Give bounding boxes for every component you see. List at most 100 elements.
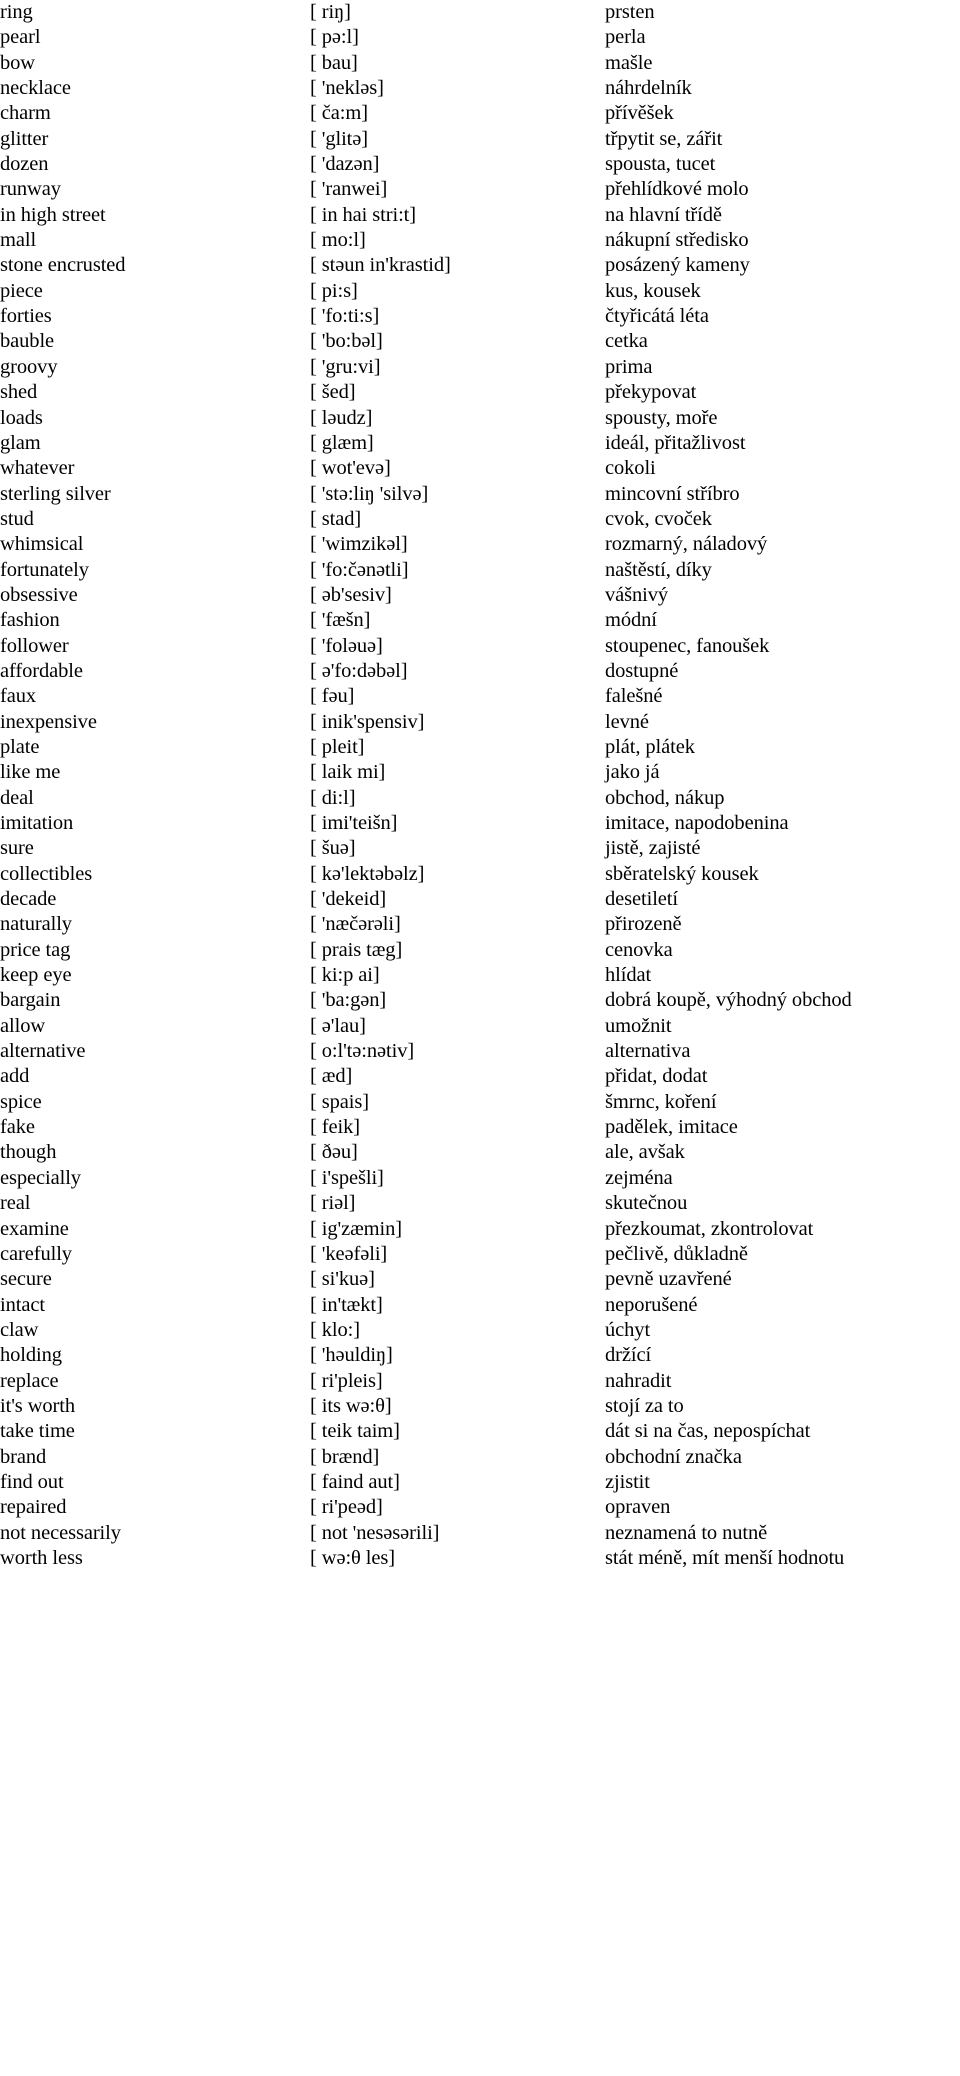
term-cell: especially [0, 1166, 81, 1189]
pronunciation-cell: [ 'həuldiŋ] [310, 1344, 393, 1367]
vocabulary-row: take time [ teik taim] dát si na čas, nepo… [0, 1419, 960, 1444]
vocabulary-row: especially [ i'spešli] zejména [0, 1166, 960, 1191]
term-cell: charm [0, 102, 51, 125]
translation-cell: stoupenec, fanoušek [605, 634, 770, 657]
pronunciation-cell: [ ri'pleis] [310, 1369, 383, 1392]
pronunciation-cell: [ pleit] [310, 735, 365, 758]
translation-cell: zjistit [605, 1470, 650, 1493]
translation-cell: zejména [605, 1166, 673, 1189]
translation-cell: plát, plátek [605, 735, 695, 758]
translation-cell: stojí za to [605, 1394, 684, 1417]
term-cell: inexpensive [0, 710, 97, 733]
term-cell: collectibles [0, 862, 93, 885]
term-cell: fake [0, 1116, 35, 1139]
pronunciation-cell: [ 'fæšn] [310, 609, 371, 632]
translation-cell: hlídat [605, 964, 652, 987]
vocabulary-row: brand [ brænd] obchodní značka [0, 1445, 960, 1470]
pronunciation-cell: [ 'ba:gən] [310, 989, 387, 1012]
pronunciation-cell: [ kə'lektəbəlz] [310, 862, 425, 885]
term-cell: spice [0, 1090, 42, 1113]
term-cell: follower [0, 634, 69, 657]
vocabulary-row: decade [ 'dekeid] desetiletí [0, 887, 960, 912]
vocabulary-row: it's worth [ its wə:θ] stojí za to [0, 1394, 960, 1419]
vocabulary-row: affordable [ ə'fo:dəbəl] dostupné [0, 659, 960, 684]
pronunciation-cell: [ 'keəfəli] [310, 1242, 388, 1265]
term-cell: like me [0, 761, 61, 784]
vocabulary-row: collectibles [ kə'lektəbəlz] sběratelský k… [0, 862, 960, 887]
translation-cell: pevně uzavřené [605, 1268, 732, 1291]
term-cell: not necessarily [0, 1521, 121, 1544]
pronunciation-cell: [ ə'lau] [310, 1014, 366, 1037]
vocabulary-row: obsessive [ əb'sesiv] vášnivý [0, 583, 960, 608]
translation-cell: vášnivý [605, 583, 669, 606]
term-cell: it's worth [0, 1394, 76, 1417]
vocabulary-row: though [ ðəu] ale, avšak [0, 1140, 960, 1165]
translation-cell: přehlídkové molo [605, 178, 749, 201]
translation-cell: perla [605, 26, 646, 49]
vocabulary-row: faux [ fəu] falešné [0, 684, 960, 709]
term-cell: loads [0, 406, 43, 429]
term-cell: glitter [0, 127, 49, 150]
pronunciation-cell: [ wot'evə] [310, 457, 391, 480]
vocabulary-row: groovy [ 'gru:vi] prima [0, 355, 960, 380]
pronunciation-cell: [ æd] [310, 1065, 353, 1088]
pronunciation-cell: [ stəun in'krastid] [310, 254, 451, 277]
translation-cell: obchod, nákup [605, 786, 725, 809]
term-cell: ring [0, 1, 33, 23]
translation-cell: jako já [605, 761, 660, 784]
term-cell: in high street [0, 203, 106, 226]
pronunciation-cell: [ its wə:θ] [310, 1394, 392, 1417]
vocabulary-row: repaired [ ri'peəd] opraven [0, 1495, 960, 1520]
term-cell: stud [0, 507, 34, 530]
term-cell: bow [0, 51, 36, 74]
term-cell: pearl [0, 26, 41, 49]
vocabulary-row: secure [ si'kuə] pevně uzavřené [0, 1267, 960, 1292]
translation-cell: přívěšek [605, 102, 674, 125]
vocabulary-row: in high street [ in hai stri:t] na hlavní … [0, 203, 960, 228]
pronunciation-cell: [ in'tækt] [310, 1293, 383, 1316]
pronunciation-cell: [ klo:] [310, 1318, 360, 1341]
pronunciation-cell: [ ə'fo:dəbəl] [310, 659, 408, 682]
pronunciation-cell: [ 'glitə] [310, 127, 369, 150]
translation-cell: prsten [605, 1, 655, 23]
term-cell: claw [0, 1318, 39, 1341]
vocabulary-row: price tag [ prais tæg] cenovka [0, 938, 960, 963]
vocabulary-row: deal [ di:l] obchod, nákup [0, 786, 960, 811]
translation-cell: módní [605, 609, 657, 632]
pronunciation-cell: [ brænd] [310, 1445, 380, 1468]
vocabulary-row: inexpensive [ inik'spensiv] levné [0, 710, 960, 735]
translation-cell: cetka [605, 330, 648, 353]
term-cell: bauble [0, 330, 55, 353]
vocabulary-row: like me [ laik mi] jako já [0, 760, 960, 785]
term-cell: stone encrusted [0, 254, 126, 277]
vocabulary-row: fortunately [ 'fo:čənətli] naštěstí, díky [0, 558, 960, 583]
translation-cell: stát méně, mít menší hodnotu [605, 1546, 845, 1569]
vocabulary-row: glitter [ 'glitə] třpytit se, zářit [0, 127, 960, 152]
term-cell: keep eye [0, 964, 72, 987]
pronunciation-cell: [ inik'spensiv] [310, 710, 425, 733]
translation-cell: jistě, zajisté [605, 837, 701, 860]
term-cell: sterling silver [0, 482, 111, 505]
pronunciation-cell: [ šed] [310, 381, 356, 404]
term-cell: examine [0, 1217, 69, 1240]
translation-cell: rozmarný, náladový [605, 533, 768, 556]
pronunciation-cell: [ əb'sesiv] [310, 583, 392, 606]
vocabulary-rows: ring [ riŋ] prsten pearl [ pə:l] perla bow [ ba… [0, 0, 960, 1571]
vocabulary-row: stone encrusted [ stəun in'krastid] posáze… [0, 253, 960, 278]
term-cell: fortunately [0, 558, 89, 581]
translation-cell: šmrnc, koření [605, 1090, 717, 1113]
term-cell: though [0, 1141, 57, 1164]
translation-cell: prima [605, 355, 653, 378]
translation-cell: sběratelský kousek [605, 862, 759, 885]
pronunciation-cell: [ 'nekləs] [310, 77, 384, 100]
vocabulary-row: charm [ ča:m] přívěšek [0, 101, 960, 126]
pronunciation-cell: [ šuə] [310, 837, 356, 860]
pronunciation-cell: [ 'fo:ti:s] [310, 305, 380, 328]
pronunciation-cell: [ riŋ] [310, 1, 351, 23]
translation-cell: naštěstí, díky [605, 558, 712, 581]
term-cell: sure [0, 837, 34, 860]
term-cell: whatever [0, 457, 75, 480]
vocabulary-row: allow [ ə'lau] umožnit [0, 1014, 960, 1039]
term-cell: real [0, 1192, 31, 1215]
pronunciation-cell: [ 'bo:bəl] [310, 330, 383, 353]
